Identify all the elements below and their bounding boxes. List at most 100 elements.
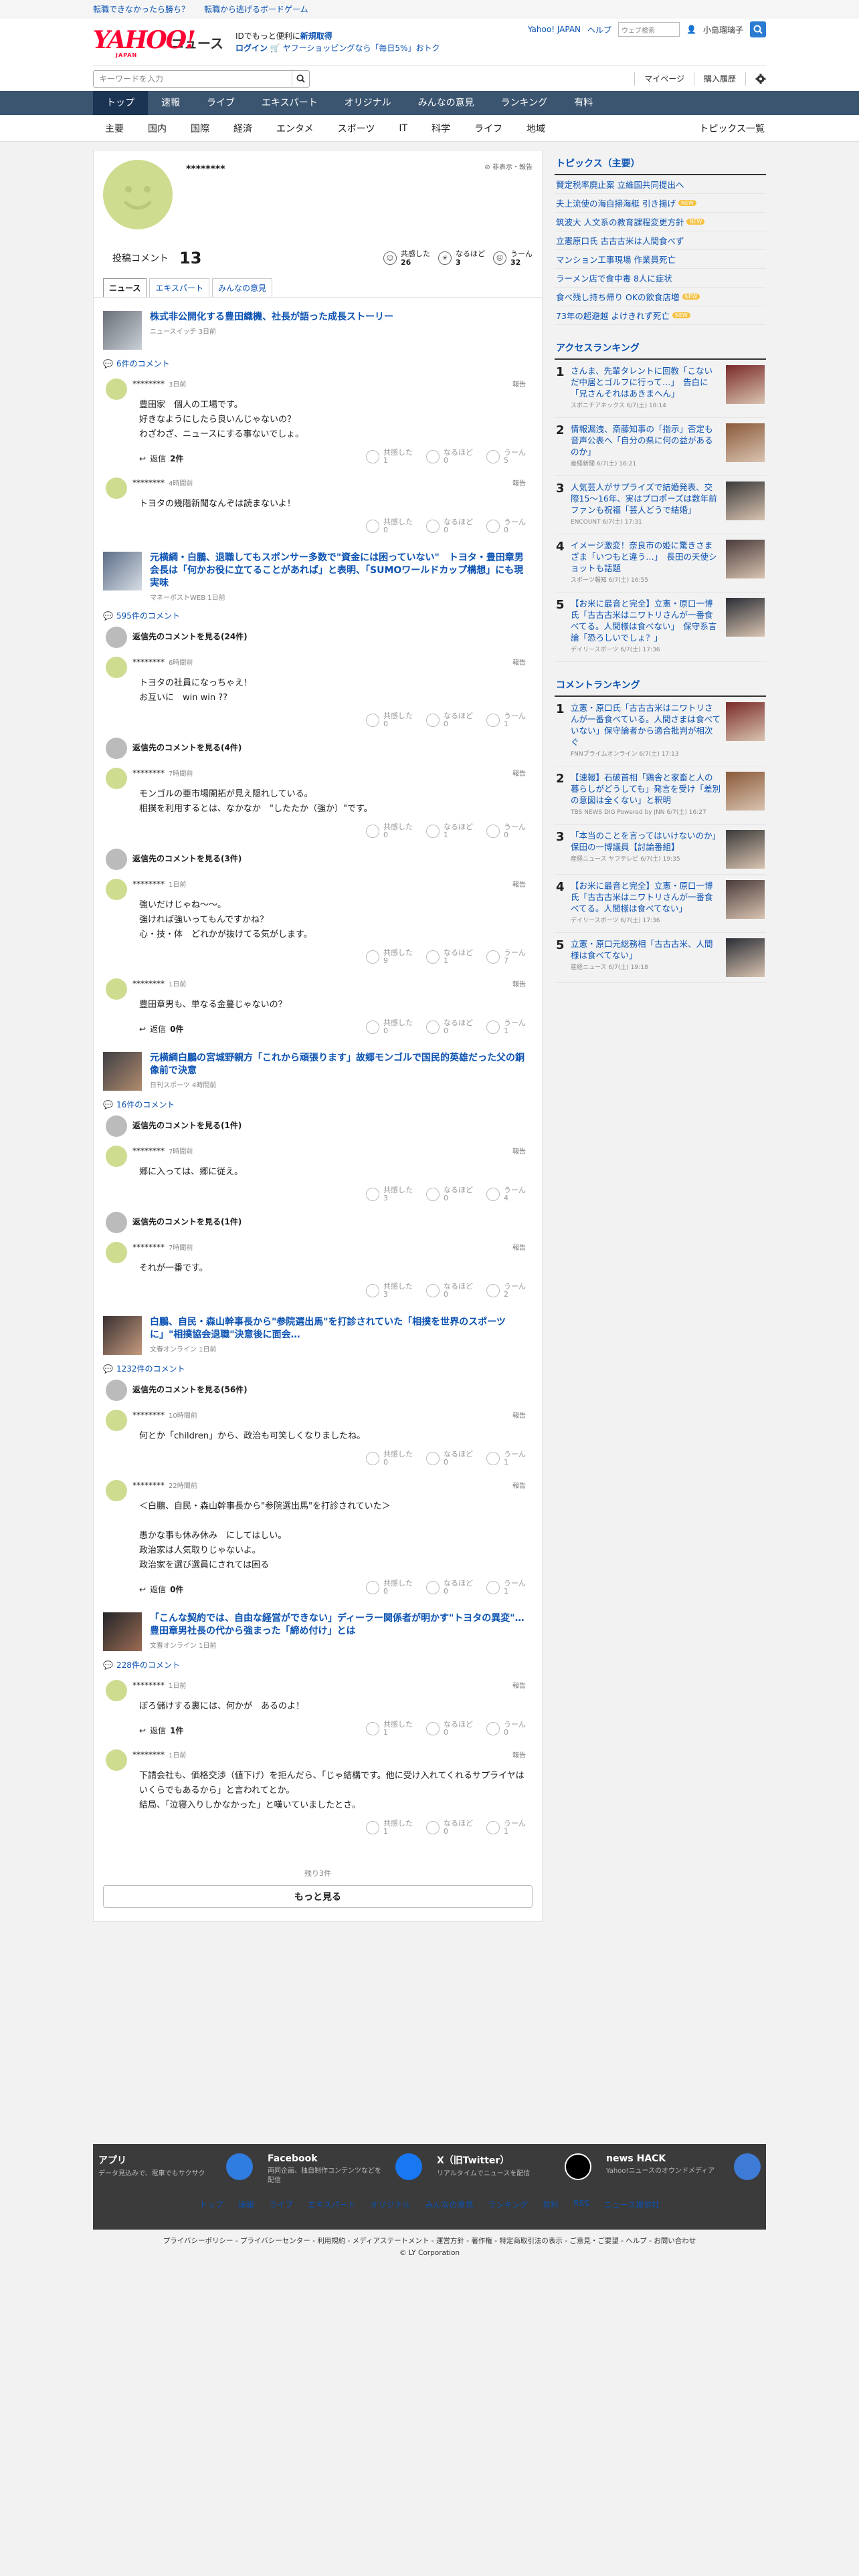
reaction-empathy-button[interactable]: 共感した 1 [366, 1820, 413, 1836]
comment-count-link[interactable]: 💬 1232件のコメント [103, 1363, 533, 1374]
ranking-item[interactable]: 5 立憲・原口元総務相「古古古米、人間様は食べてない」 産経ニュース 6/7(土) … [555, 933, 766, 983]
reaction-empathy-button[interactable]: 共感した 0 [366, 1580, 413, 1596]
report-link[interactable]: 報告 [512, 879, 526, 889]
ranking-item[interactable]: 2 情報漏洩、斎藤知事の「指示」否定も音声公表へ「自分の県に何の益があるのか」 産経… [555, 418, 766, 476]
load-more-button[interactable]: もっと見る [103, 1885, 533, 1908]
yahoo-logo[interactable]: YAHOO! JAPAN [93, 27, 196, 58]
promo-link-2[interactable]: 転職から逃げるボードゲーム [204, 0, 308, 19]
reaction-hmm-button[interactable]: うーん 0 [486, 518, 526, 534]
shopping-promo-link[interactable]: ヤフーショッピングなら「毎日5%」おトク [283, 43, 440, 53]
promo-link-1[interactable]: 転職できなかったら勝ち？ [93, 0, 189, 19]
reaction-hmm-button[interactable]: うーん 0 [486, 1721, 526, 1737]
subnav-item[interactable]: 科学 [419, 122, 462, 135]
reaction-empathy-button[interactable]: 共感した 0 [366, 518, 413, 534]
report-link[interactable]: 報告 [512, 768, 526, 778]
report-link[interactable]: 報告 [512, 1480, 526, 1490]
reaction-insight-button[interactable]: なるほど 1 [426, 949, 473, 965]
topic-item[interactable]: 賢定税率廃止案 立維国共同提出へ [555, 175, 766, 194]
report-link[interactable]: 報告 [512, 657, 526, 667]
footer-nav-link[interactable]: ニュース提供社 [604, 2199, 660, 2210]
reaction-hmm-button[interactable]: うーん 1 [486, 1820, 526, 1836]
show-parent-comment-link[interactable]: 返信先のコメントを見る(4件) [103, 732, 533, 759]
footer-nav-link[interactable]: RSS [573, 2199, 589, 2210]
comment-count-link[interactable]: 💬 16件のコメント [103, 1099, 533, 1110]
reaction-empathy-button[interactable]: 共感した 3 [366, 1186, 413, 1202]
web-search-input[interactable]: ウェブ検索 [618, 22, 680, 37]
reaction-insight-button[interactable]: なるほど 0 [426, 449, 473, 465]
topic-item[interactable]: 夫上流使の海自掃海艇 引き揚げ NEW [555, 194, 766, 213]
nav-item[interactable]: 有料 [561, 91, 606, 115]
footer-nav-link[interactable]: ライブ [269, 2199, 293, 2210]
tab-expert[interactable]: エキスパート [149, 278, 210, 297]
article-title-link[interactable]: 「こんな契約では、自由な経営ができない」ディーラー関係者が明かす"トヨタの異変"… [150, 1613, 524, 1636]
ranking-item[interactable]: 4 【お米に最音と完全】立憲・原口一博氏「古古古米はニワトリさんが一番食べてる。人… [555, 875, 766, 933]
nav-item[interactable]: ランキング [488, 91, 561, 115]
article-title-link[interactable]: 元横綱白鵬の宮城野親方「これから頑張ります」故郷モンゴルで国民的英雄だった父の銅… [150, 1053, 524, 1076]
article-thumbnail[interactable] [103, 552, 142, 591]
reaction-empathy-button[interactable]: 共感した 0 [366, 1019, 413, 1035]
reaction-hmm-button[interactable]: うーん 2 [486, 1283, 526, 1299]
reaction-hmm-button[interactable]: うーん 1 [486, 1451, 526, 1467]
nav-item[interactable]: エキスパート [248, 91, 331, 115]
reaction-empathy-button[interactable]: 共感した 1 [366, 449, 413, 465]
reaction-empathy-button[interactable]: 共感した 0 [366, 823, 413, 839]
article-thumbnail[interactable] [103, 311, 142, 350]
reaction-insight-button[interactable]: なるほど 1 [426, 823, 473, 839]
report-link[interactable]: 報告 [512, 978, 526, 988]
ranking-item[interactable]: 2 【速報】石破首相「鶏舎と家畜と人の暮らしがどうしても」発言を受け「差別の意図は… [555, 766, 766, 825]
ranking-item[interactable]: 3 「本当のことを言ってはいけないのか」保田の一博議員【討論番組】 産経ニュース ヤ… [555, 825, 766, 875]
nav-item[interactable]: みんなの意見 [405, 91, 488, 115]
ranking-item[interactable]: 3 人気芸人がサプライズで結婚発表、交際15〜16年、実はプロポーズは数年前 ファ… [555, 476, 766, 534]
footer-nav-link[interactable]: トップ [199, 2199, 223, 2210]
topic-item[interactable]: 筑波大 人文系の教育課程変更方針 NEW [555, 213, 766, 231]
article-thumbnail[interactable] [103, 1316, 142, 1355]
reaction-hmm-button[interactable]: うーん 5 [486, 449, 526, 465]
article-thumbnail[interactable] [103, 1612, 142, 1651]
keyword-search[interactable]: キーワードを入力 [93, 70, 310, 88]
legal-links[interactable]: プライバシーポリシー - プライバシーセンター - 利用規約 - メディアステー… [0, 2235, 859, 2247]
topics-list-link[interactable]: トピックス一覧 [687, 122, 766, 135]
web-search-button[interactable] [750, 21, 766, 37]
reaction-insight-button[interactable]: なるほど 0 [426, 1283, 473, 1299]
nav-item[interactable]: トップ [93, 91, 148, 115]
footer-nav-link[interactable]: 速報 [238, 2199, 254, 2210]
footer-nav-link[interactable]: ランキング [488, 2199, 529, 2210]
article-title-link[interactable]: 元横綱・白鵬、退職してもスポンサー多数で"資金には困っていない" トヨタ・豊田章… [150, 552, 524, 588]
show-parent-comment-link[interactable]: 返信先のコメントを見る(3件) [103, 843, 533, 870]
user-name-link[interactable]: 小島瑠璃子 [703, 24, 743, 35]
comment-count-link[interactable]: 💬 595件のコメント [103, 610, 533, 621]
comment-count-link[interactable]: 💬 6件のコメント [103, 358, 533, 369]
reaction-insight-button[interactable]: なるほど 0 [426, 1186, 473, 1202]
reaction-insight-button[interactable]: なるほど 0 [426, 712, 473, 728]
report-link[interactable]: 報告 [512, 1410, 526, 1420]
reaction-empathy-button[interactable]: 共感した 0 [366, 712, 413, 728]
article-thumbnail[interactable] [103, 1052, 142, 1091]
report-link[interactable]: 報告 [512, 379, 526, 389]
show-parent-comment-link[interactable]: 返信先のコメントを見る(1件) [103, 1206, 533, 1233]
show-parent-comment-link[interactable]: 返信先のコメントを見る(56件) [103, 1374, 533, 1401]
reaction-insight-button[interactable]: なるほど 0 [426, 1451, 473, 1467]
subnav-item[interactable]: ライフ [462, 122, 514, 135]
footer-nav-link[interactable]: みんなの意見 [425, 2199, 474, 2210]
reaction-insight-button[interactable]: なるほど 0 [426, 518, 473, 534]
hide-report-link[interactable]: ⊘ 非表示・報告 [484, 161, 533, 171]
reaction-hmm-button[interactable]: うーん 0 [486, 823, 526, 839]
footer-nav-link[interactable]: オリジナル [371, 2199, 411, 2210]
keyword-search-button[interactable] [292, 70, 309, 87]
ranking-item[interactable]: 1 さんま、先輩タレントに回教「こないだ中居とゴルフに行って…」 告白に「兄さんそ… [555, 360, 766, 418]
subnav-item[interactable]: スポーツ [326, 122, 387, 135]
tab-opinions[interactable]: みんなの意見 [212, 278, 273, 297]
show-parent-comment-link[interactable]: 返信先のコメントを見る(1件) [103, 1110, 533, 1137]
reaction-insight-button[interactable]: なるほど 0 [426, 1820, 473, 1836]
article-title-link[interactable]: 株式非公開化する豊田織機、社長が語った成長ストーリー [150, 312, 393, 322]
ranking-item[interactable]: 5 【お米に最音と完全】立憲・原口一博氏「古古古米はニワトリさんが一番食べてる。人… [555, 593, 766, 662]
reaction-empathy-button[interactable]: 共感した 1 [366, 1721, 413, 1737]
footer-app-promo[interactable]: X（旧Twitter） リアルタイムでニュースを配信 [437, 2153, 591, 2185]
reaction-empathy-button[interactable]: 共感した 0 [366, 1451, 413, 1467]
reply-toggle[interactable]: ↩ 返信 2件 [139, 453, 533, 464]
reaction-empathy-button[interactable]: 共感した 9 [366, 949, 413, 965]
reaction-hmm-button[interactable]: うーん 1 [486, 1019, 526, 1035]
reaction-hmm-button[interactable]: うーん 7 [486, 949, 526, 965]
report-link[interactable]: 報告 [512, 1749, 526, 1759]
comment-count-link[interactable]: 💬 228件のコメント [103, 1659, 533, 1671]
